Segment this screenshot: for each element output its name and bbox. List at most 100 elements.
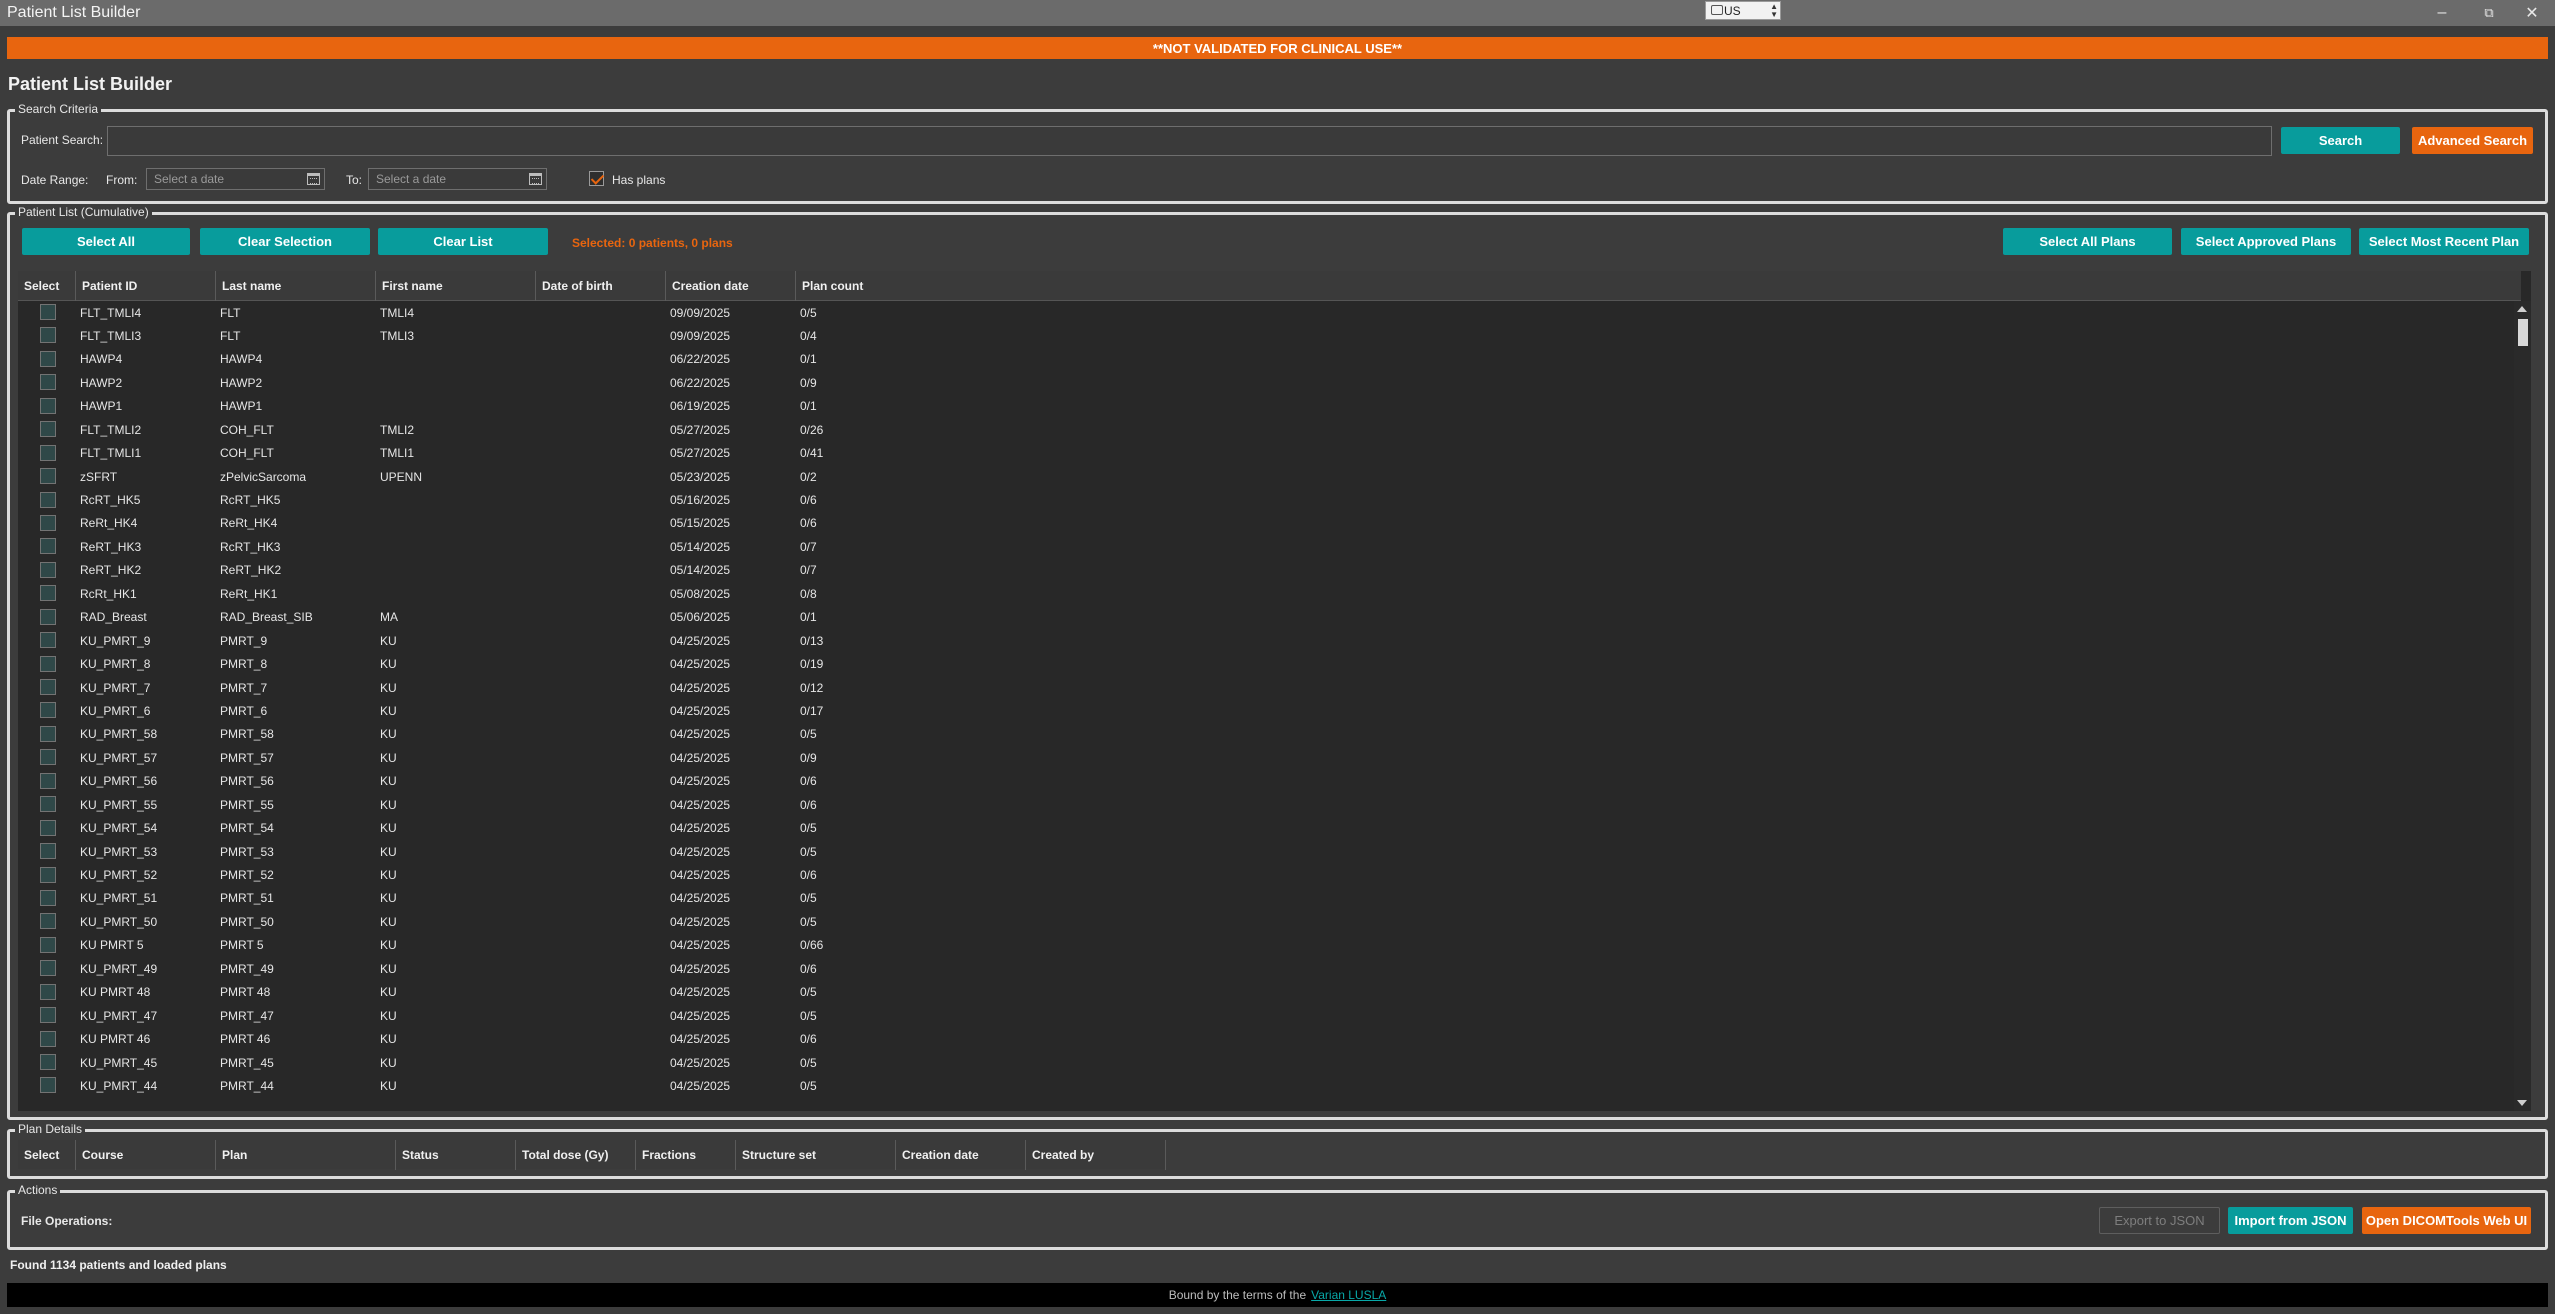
plan-column-select[interactable]: Select: [18, 1140, 76, 1170]
table-row[interactable]: FLT_TMLI1 COH_FLT TMLI1 05/27/2025 0/41: [18, 442, 2521, 465]
table-row[interactable]: FLT_TMLI3 FLT TMLI3 09/09/2025 0/4: [18, 324, 2521, 347]
table-row[interactable]: KU_PMRT_50 PMRT_50 KU 04/25/2025 0/5: [18, 910, 2521, 933]
table-row[interactable]: KU_PMRT_51 PMRT_51 KU 04/25/2025 0/5: [18, 887, 2521, 910]
table-row[interactable]: HAWP4 HAWP4 06/22/2025 0/1: [18, 348, 2521, 371]
select-approved-plans-button[interactable]: Select Approved Plans: [2181, 228, 2351, 255]
table-row[interactable]: HAWP2 HAWP2 06/22/2025 0/9: [18, 371, 2521, 394]
to-date-picker[interactable]: Select a date: [368, 168, 547, 190]
table-row[interactable]: KU PMRT 48 PMRT 48 KU 04/25/2025 0/5: [18, 981, 2521, 1004]
plan-column-course[interactable]: Course: [76, 1140, 216, 1170]
column-header-patient-id[interactable]: Patient ID: [76, 271, 216, 301]
row-select-checkbox[interactable]: [40, 632, 56, 649]
scroll-thumb[interactable]: [2518, 319, 2528, 346]
row-select-checkbox[interactable]: [40, 913, 56, 930]
table-row[interactable]: KU PMRT 5 PMRT 5 KU 04/25/2025 0/66: [18, 934, 2521, 957]
column-header-date-of-birth[interactable]: Date of birth: [536, 271, 666, 301]
select-all-button[interactable]: Select All: [22, 228, 190, 255]
row-select-checkbox[interactable]: [40, 491, 56, 508]
plan-column-created-by[interactable]: Created by: [1026, 1140, 1166, 1170]
table-row[interactable]: KU_PMRT_44 PMRT_44 KU 04/25/2025 0/5: [18, 1074, 2521, 1097]
row-select-checkbox[interactable]: [40, 749, 56, 766]
row-select-checkbox[interactable]: [40, 796, 56, 813]
row-select-checkbox[interactable]: [40, 679, 56, 695]
row-select-checkbox[interactable]: [40, 1007, 56, 1024]
row-select-checkbox[interactable]: [40, 819, 56, 836]
table-row[interactable]: HAWP1 HAWP1 06/19/2025 0/1: [18, 395, 2521, 418]
table-row[interactable]: RcRT_HK5 RcRT_HK5 05/16/2025 0/6: [18, 489, 2521, 512]
restore-icon[interactable]: ⧉: [2466, 0, 2512, 26]
row-select-checkbox[interactable]: [40, 608, 56, 625]
table-row[interactable]: KU_PMRT_45 PMRT_45 KU 04/25/2025 0/5: [18, 1051, 2521, 1074]
column-header-select[interactable]: Select: [18, 271, 76, 301]
language-selector[interactable]: US ▲ ▼: [1705, 1, 1781, 20]
row-select-checkbox[interactable]: [40, 1030, 56, 1047]
table-row[interactable]: ReRT_HK2 ReRT_HK2 05/14/2025 0/7: [18, 559, 2521, 582]
table-row[interactable]: KU_PMRT_6 PMRT_6 KU 04/25/2025 0/17: [18, 699, 2521, 722]
row-select-checkbox[interactable]: [40, 350, 56, 367]
table-row[interactable]: ReRT_HK3 RcRT_HK3 05/14/2025 0/7: [18, 535, 2521, 558]
plan-column-fractions[interactable]: Fractions: [636, 1140, 736, 1170]
from-date-picker[interactable]: Select a date: [146, 168, 325, 190]
select-most-recent-plan-button[interactable]: Select Most Recent Plan: [2359, 228, 2529, 255]
table-row[interactable]: KU_PMRT_54 PMRT_54 KU 04/25/2025 0/5: [18, 817, 2521, 840]
table-row[interactable]: FLT_TMLI2 COH_FLT TMLI2 05/27/2025 0/26: [18, 418, 2521, 441]
row-select-checkbox[interactable]: [40, 843, 56, 860]
table-row[interactable]: KU PMRT 46 PMRT 46 KU 04/25/2025 0/6: [18, 1028, 2521, 1051]
row-select-checkbox[interactable]: [40, 304, 56, 320]
row-select-checkbox[interactable]: [40, 889, 56, 906]
plan-column-structure-set[interactable]: Structure set: [736, 1140, 896, 1170]
table-row[interactable]: ReRt_HK4 ReRt_HK4 05/15/2025 0/6: [18, 512, 2521, 535]
plan-column-plan[interactable]: Plan: [216, 1140, 396, 1170]
patient-table-scrollbar[interactable]: [2514, 301, 2531, 1111]
row-select-checkbox[interactable]: [40, 1054, 56, 1070]
row-select-checkbox[interactable]: [40, 397, 56, 414]
row-select-checkbox[interactable]: [40, 538, 56, 555]
table-row[interactable]: KU_PMRT_57 PMRT_57 KU 04/25/2025 0/9: [18, 746, 2521, 769]
clear-selection-button[interactable]: Clear Selection: [200, 228, 370, 255]
row-select-checkbox[interactable]: [40, 327, 56, 344]
table-row[interactable]: KU_PMRT_8 PMRT_8 KU 04/25/2025 0/19: [18, 653, 2521, 676]
table-row[interactable]: KU_PMRT_52 PMRT_52 KU 04/25/2025 0/6: [18, 864, 2521, 887]
calendar-icon[interactable]: [307, 173, 320, 185]
export-json-button[interactable]: Export to JSON: [2099, 1207, 2220, 1234]
table-row[interactable]: RAD_Breast RAD_Breast_SIB MA 05/06/2025 0/1: [18, 606, 2521, 629]
row-select-checkbox[interactable]: [40, 514, 56, 531]
plan-column-status[interactable]: Status: [396, 1140, 516, 1170]
calendar-icon[interactable]: [529, 173, 542, 185]
column-header-first-name[interactable]: First name: [376, 271, 536, 301]
select-all-plans-button[interactable]: Select All Plans: [2003, 228, 2172, 255]
row-select-checkbox[interactable]: [40, 1077, 56, 1094]
table-row[interactable]: KU_PMRT_7 PMRT_7 KU 04/25/2025 0/12: [18, 676, 2521, 699]
scroll-down-icon[interactable]: [2517, 1100, 2527, 1106]
row-select-checkbox[interactable]: [40, 960, 56, 977]
row-select-checkbox[interactable]: [40, 421, 56, 438]
table-row[interactable]: KU_PMRT_56 PMRT_56 KU 04/25/2025 0/6: [18, 770, 2521, 793]
row-select-checkbox[interactable]: [40, 468, 56, 485]
table-row[interactable]: FLT_TMLI4 FLT TMLI4 09/09/2025 0/5: [18, 301, 2521, 324]
row-select-checkbox[interactable]: [40, 374, 56, 391]
row-select-checkbox[interactable]: [40, 561, 56, 578]
row-select-checkbox[interactable]: [40, 866, 56, 883]
search-button[interactable]: Search: [2281, 127, 2400, 154]
plan-column-total-dose[interactable]: Total dose (Gy): [516, 1140, 636, 1170]
table-row[interactable]: RcRt_HK1 ReRt_HK1 05/08/2025 0/8: [18, 582, 2521, 605]
row-select-checkbox[interactable]: [40, 936, 56, 953]
table-row[interactable]: zSFRT zPelvicSarcoma UPENN 05/23/2025 0/2: [18, 465, 2521, 488]
row-select-checkbox[interactable]: [40, 725, 56, 742]
table-row[interactable]: KU_PMRT_58 PMRT_58 KU 04/25/2025 0/5: [18, 723, 2521, 746]
minimize-icon[interactable]: –: [2419, 0, 2465, 26]
row-select-checkbox[interactable]: [40, 655, 56, 672]
row-select-checkbox[interactable]: [40, 772, 56, 789]
table-row[interactable]: KU_PMRT_9 PMRT_9 KU 04/25/2025 0/13: [18, 629, 2521, 652]
row-select-checkbox[interactable]: [40, 983, 56, 1000]
plan-column-creation-date[interactable]: Creation date: [896, 1140, 1026, 1170]
table-row[interactable]: KU_PMRT_53 PMRT_53 KU 04/25/2025 0/5: [18, 840, 2521, 863]
license-link[interactable]: Varian LUSLA: [1311, 1288, 1386, 1302]
column-header-plan-count[interactable]: Plan count: [796, 271, 2521, 301]
advanced-search-button[interactable]: Advanced Search: [2412, 127, 2533, 154]
patient-search-input[interactable]: [107, 126, 2272, 156]
clear-list-button[interactable]: Clear List: [378, 228, 548, 255]
table-row[interactable]: KU_PMRT_47 PMRT_47 KU 04/25/2025 0/5: [18, 1004, 2521, 1027]
close-icon[interactable]: ✕: [2509, 0, 2555, 26]
table-row[interactable]: KU_PMRT_49 PMRT_49 KU 04/25/2025 0/6: [18, 957, 2521, 980]
